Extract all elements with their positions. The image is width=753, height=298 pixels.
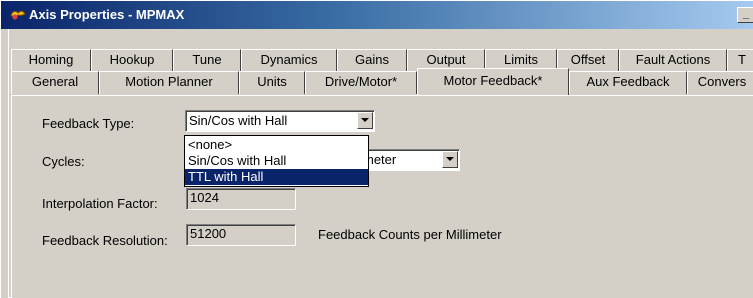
feedback-type-value: Sin/Cos with Hall: [189, 113, 288, 128]
cycles-label: Cycles:: [42, 154, 85, 169]
motor-feedback-panel: Feedback Type: Sin/Cos with Hall Cycles:…: [11, 95, 753, 298]
interpolation-factor-label: Interpolation Factor:: [42, 196, 158, 211]
tab-motion-planner[interactable]: Motion Planner: [99, 71, 239, 94]
axis-properties-window: Axis Properties - MPMAX _ Homing Hookup …: [0, 0, 753, 298]
window-left-edge: [1, 29, 9, 298]
tab-truncated[interactable]: T: [727, 49, 753, 72]
interpolation-factor-field: 1024: [186, 188, 296, 210]
dropdown-option-none[interactable]: <none>: [185, 137, 368, 153]
chevron-down-icon: [446, 157, 454, 161]
tab-gains[interactable]: Gains: [337, 49, 407, 72]
chevron-down-icon: [361, 118, 369, 122]
tab-conversion-truncated[interactable]: Convers: [687, 71, 753, 94]
feedback-type-label: Feedback Type:: [42, 116, 135, 131]
tab-row-back: Homing Hookup Tune Dynamics Gains Output…: [1, 49, 753, 72]
tab-units[interactable]: Units: [239, 71, 305, 94]
tab-aux-feedback[interactable]: Aux Feedback: [569, 71, 687, 94]
app-icon: [9, 6, 27, 24]
minimize-icon: _: [742, 8, 750, 20]
tab-homing[interactable]: Homing: [11, 49, 91, 72]
feedback-type-dropdown-list: <none> Sin/Cos with Hall TTL with Hall: [184, 135, 369, 187]
tab-drive-motor[interactable]: Drive/Motor*: [305, 71, 417, 94]
tab-row-front: General Motion Planner Units Drive/Motor…: [1, 68, 753, 95]
tab-hookup[interactable]: Hookup: [91, 49, 173, 72]
tab-general[interactable]: General: [11, 71, 99, 94]
feedback-type-dropdown-button[interactable]: [357, 112, 373, 129]
minimize-button[interactable]: _: [737, 7, 753, 23]
tab-tune[interactable]: Tune: [173, 49, 241, 72]
tab-motor-feedback[interactable]: Motor Feedback*: [417, 68, 569, 95]
tab-fault-actions[interactable]: Fault Actions: [619, 49, 727, 72]
feedback-resolution-field: 51200: [186, 224, 296, 246]
feedback-resolution-units: Feedback Counts per Millimeter: [318, 227, 502, 242]
tab-dynamics[interactable]: Dynamics: [241, 49, 337, 72]
feedback-type-combobox[interactable]: Sin/Cos with Hall: [185, 110, 375, 132]
window-title: Axis Properties - MPMAX: [29, 7, 185, 22]
cycles-unit-dropdown-button[interactable]: [442, 151, 458, 168]
dropdown-option-sincos-hall[interactable]: Sin/Cos with Hall: [185, 153, 368, 169]
dropdown-option-ttl-hall[interactable]: TTL with Hall: [185, 169, 368, 185]
title-bar[interactable]: Axis Properties - MPMAX _: [1, 1, 753, 29]
feedback-resolution-label: Feedback Resolution:: [42, 233, 168, 248]
